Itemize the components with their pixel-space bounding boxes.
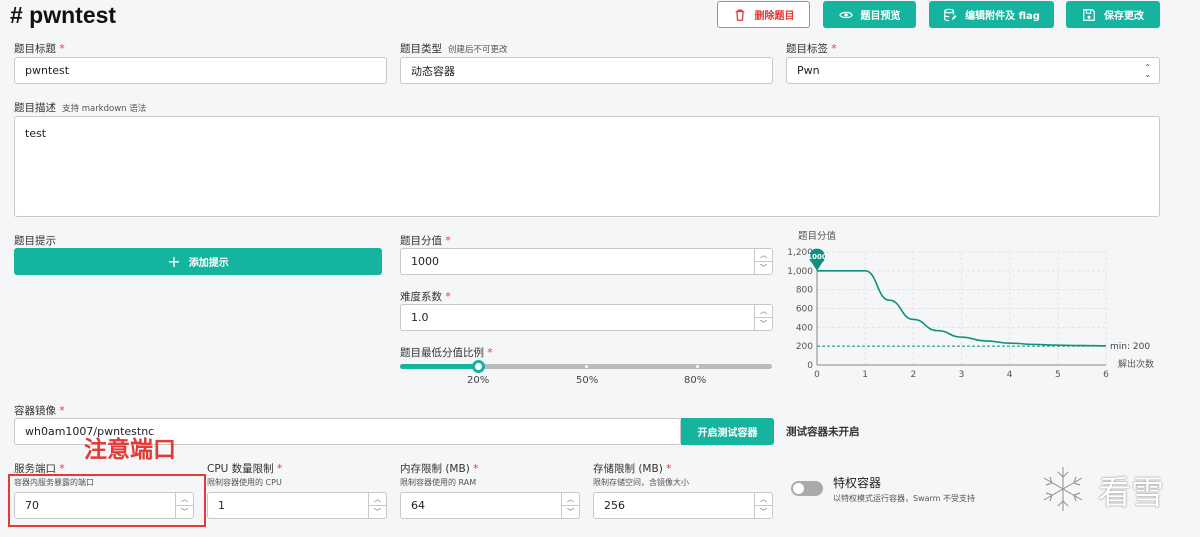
preview-button[interactable]: 题目预览: [823, 1, 916, 28]
cpu-stepper[interactable]: ︿ ﹀: [368, 493, 386, 518]
title-label: 题目标题 *: [14, 43, 65, 55]
score-curve-chart: 题目分值02004006008001,0001,2000 1 2 3 4 5 6解出次数mi…: [787, 230, 1154, 378]
chart-y-tick: 1,000: [787, 267, 813, 277]
privileged-toggle[interactable]: [791, 481, 823, 496]
hints-label: 题目提示: [14, 235, 56, 247]
image-label: 容器镜像 *: [14, 405, 65, 417]
toggle-knob: [793, 483, 804, 494]
chart-y-tick: 400: [796, 323, 813, 333]
chart-x-tick: 0: [814, 370, 820, 378]
edit-attachments-button[interactable]: 编辑附件及 flag: [929, 1, 1054, 28]
cpu-label: CPU 数量限制 *: [207, 463, 283, 475]
slider-tick-50: 50%: [576, 375, 599, 386]
chart-x-label: 解出次数: [1118, 358, 1154, 370]
add-hint-button[interactable]: + 添加提示: [14, 248, 382, 275]
min-ratio-slider[interactable]: [400, 360, 772, 373]
title-input[interactable]: pwntest: [14, 57, 387, 84]
slider-fill: [400, 364, 478, 369]
chart-x-tick: 4: [1007, 370, 1013, 378]
chevron-down-icon[interactable]: ﹀: [369, 506, 386, 518]
trash-icon: [735, 9, 744, 21]
type-label: 题目类型 创建后不可更改: [400, 43, 508, 55]
eye-icon: [838, 11, 853, 18]
chart-x-tick: 3: [959, 370, 965, 378]
chart-x-tick: 6: [1103, 370, 1109, 378]
chart-y-tick: 0: [807, 361, 813, 371]
start-test-container-label: 开启测试容器: [697, 428, 758, 439]
delete-label: 删除题目: [754, 11, 795, 22]
page-title: # pwntest: [10, 2, 117, 28]
storage-stepper[interactable]: ︿ ﹀: [754, 493, 772, 518]
chevron-up-icon[interactable]: ︿: [369, 493, 386, 506]
start-test-container-button[interactable]: 开启测试容器: [681, 418, 774, 445]
save-button[interactable]: 保存更改: [1066, 1, 1160, 28]
memory-input[interactable]: 64 ︿ ﹀: [400, 492, 580, 519]
chart-x-tick: 5: [1055, 370, 1061, 378]
min-ratio-label: 题目最低分值比例 *: [400, 347, 493, 359]
select-chevron-icon: ⌃ ⌄: [1144, 63, 1151, 79]
slider-mark: [585, 365, 588, 368]
storage-desc: 限制存储空间，含镜像大小: [593, 478, 689, 487]
chevron-up-icon[interactable]: ︿: [562, 493, 579, 506]
test-container-status: 测试容器未开启: [786, 426, 860, 438]
chevron-down-icon[interactable]: ﹀: [755, 318, 772, 330]
edit-attachments-label: 编辑附件及 flag: [965, 11, 1040, 22]
storage-input[interactable]: 256 ︿ ﹀: [593, 492, 773, 519]
annotation-box: [8, 474, 206, 527]
privileged-label: 特权容器: [833, 476, 882, 490]
description-label: 题目描述 支持 markdown 语法: [14, 102, 147, 114]
tag-select[interactable]: Pwn ⌃ ⌄: [786, 57, 1160, 84]
chart-title: 题目分值: [798, 230, 837, 242]
chart-min-label: min: 200: [1110, 342, 1150, 352]
chevron-up-icon[interactable]: ︿: [755, 493, 772, 506]
slider-handle[interactable]: [472, 360, 485, 373]
memory-stepper[interactable]: ︿ ﹀: [561, 493, 579, 518]
difficulty-input[interactable]: 1.0 ︿ ﹀: [400, 304, 773, 331]
chart-marker-label: 1000: [807, 253, 827, 261]
chevron-up-icon[interactable]: ︿: [755, 305, 772, 318]
chevron-down-icon[interactable]: ﹀: [755, 262, 772, 274]
chevron-down-icon[interactable]: ﹀: [562, 506, 579, 518]
chart-x-tick: 2: [910, 370, 916, 378]
plus-icon: +: [167, 252, 181, 271]
score-input[interactable]: 1000 ︿ ﹀: [400, 248, 773, 275]
chart-y-tick: 800: [796, 286, 813, 296]
preview-label: 题目预览: [860, 11, 901, 22]
add-hint-label: 添加提示: [188, 258, 229, 269]
chevron-down-icon[interactable]: ﹀: [755, 506, 772, 518]
annotation-text: 注意端口: [84, 437, 176, 463]
memory-desc: 限制容器使用的 RAM: [400, 478, 477, 487]
type-input: 动态容器: [400, 57, 773, 84]
slider-tick-20: 20%: [467, 375, 490, 386]
slider-tick-80: 80%: [684, 375, 707, 386]
score-stepper[interactable]: ︿ ﹀: [754, 249, 772, 274]
slider-mark: [696, 365, 699, 368]
privileged-desc: 以特权模式运行容器，Swarm 不受支持: [833, 494, 976, 503]
delete-challenge-button[interactable]: 删除题目: [717, 1, 810, 28]
cpu-desc: 限制容器使用的 CPU: [207, 478, 282, 487]
database-icon: [944, 8, 957, 21]
cpu-input[interactable]: 1 ︿ ﹀: [207, 492, 387, 519]
chevron-up-icon[interactable]: ︿: [755, 249, 772, 262]
floppy-icon: [1083, 8, 1095, 21]
description-textarea[interactable]: test: [14, 116, 1160, 217]
watermark-text: 看雪: [1098, 473, 1164, 512]
snowflake-icon: [1043, 467, 1083, 511]
score-label: 题目分值 *: [400, 235, 451, 247]
difficulty-stepper[interactable]: ︿ ﹀: [754, 305, 772, 330]
difficulty-label: 难度系数 *: [400, 291, 451, 303]
chart-y-tick: 600: [796, 305, 813, 315]
memory-label: 内存限制 (MB) *: [400, 463, 479, 475]
chart-x-tick: 1: [862, 370, 868, 378]
chart-y-tick: 200: [796, 342, 813, 352]
save-label: 保存更改: [1104, 11, 1144, 22]
storage-label: 存储限制 (MB) *: [593, 463, 672, 475]
tag-label: 题目标签 *: [786, 43, 837, 55]
